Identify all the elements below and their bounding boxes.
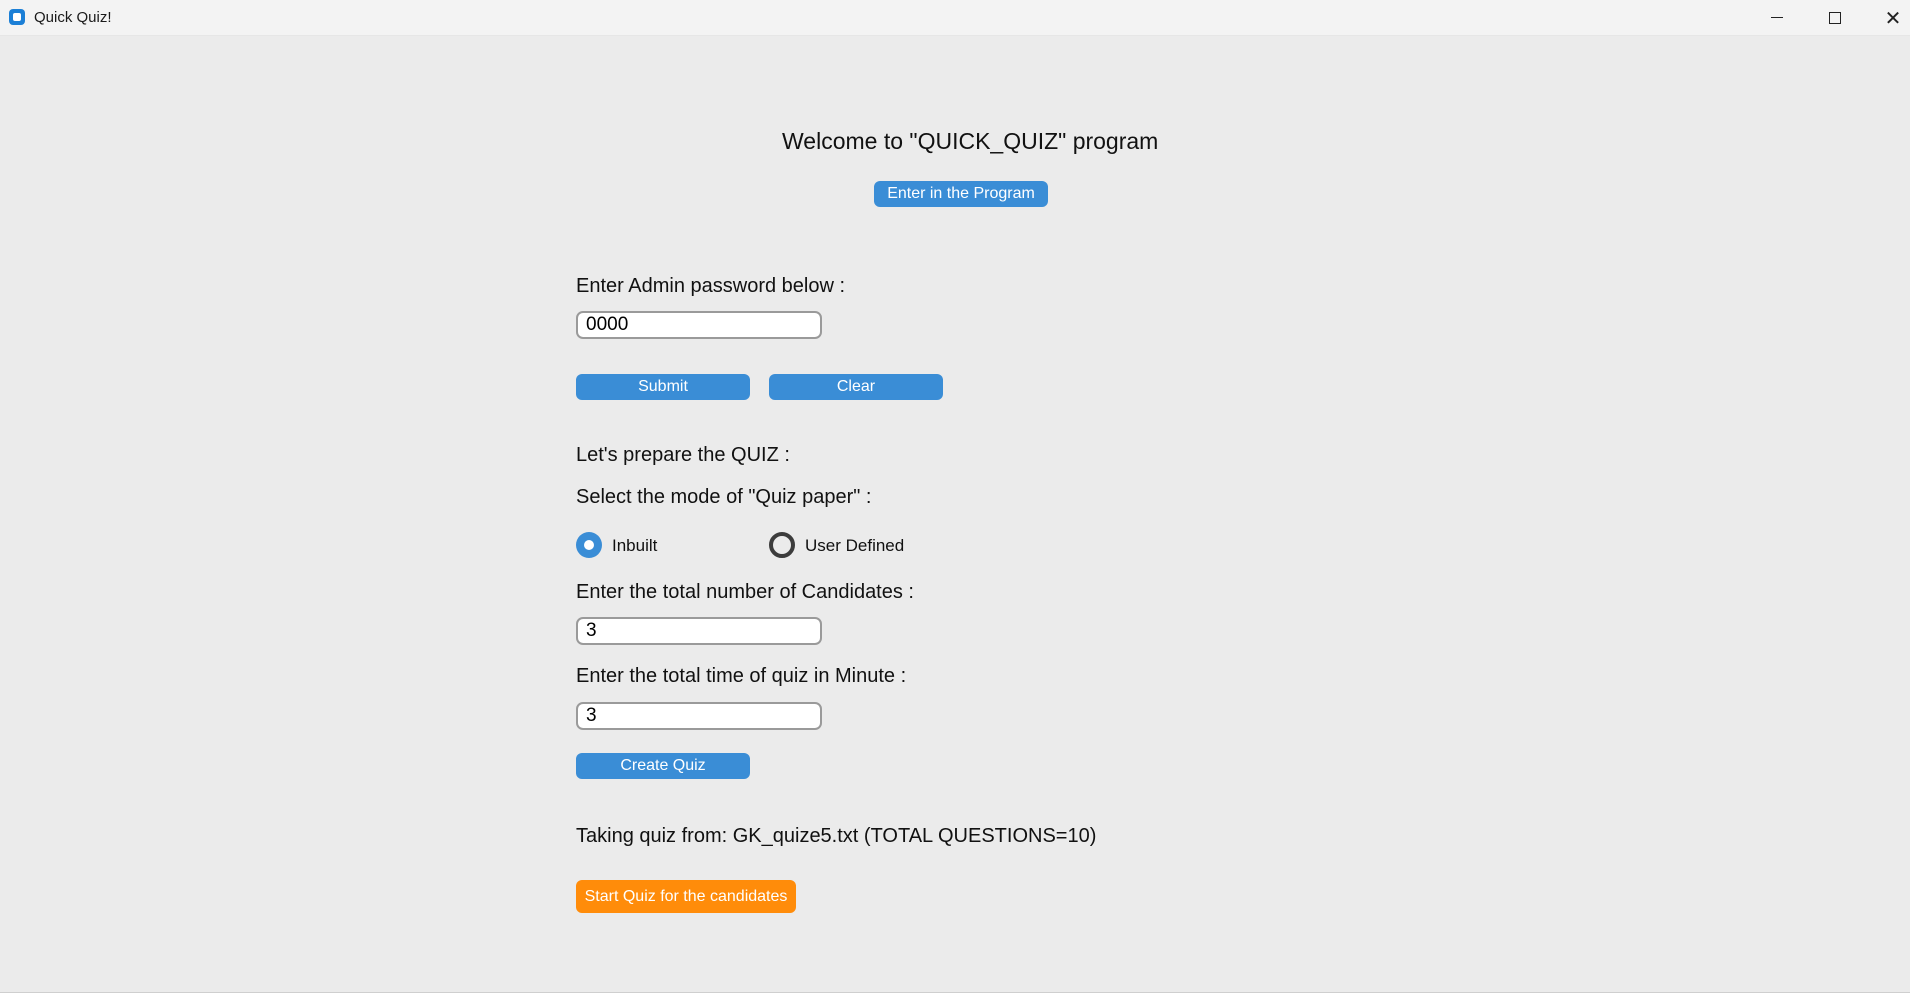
admin-password-label: Enter Admin password below : xyxy=(576,275,846,297)
maximize-icon xyxy=(1829,11,1841,24)
radio-user-defined[interactable] xyxy=(769,532,795,558)
minimize-icon xyxy=(1771,17,1783,18)
quiz-time-label: Enter the total time of quiz in Minute : xyxy=(576,665,907,687)
radio-inbuilt[interactable] xyxy=(576,532,602,558)
quiz-source-status: Taking quiz from: GK_quize5.txt (TOTAL Q… xyxy=(576,825,1097,847)
welcome-heading: Welcome to "QUICK_QUIZ" program xyxy=(782,128,1159,154)
close-button[interactable]: ✕ xyxy=(1864,0,1910,35)
create-quiz-button[interactable]: Create Quiz xyxy=(576,753,750,779)
mode-select-label: Select the mode of "Quiz paper" : xyxy=(576,486,872,508)
candidates-input[interactable] xyxy=(576,617,822,645)
radio-user-defined-label[interactable]: User Defined xyxy=(805,536,904,556)
close-icon: ✕ xyxy=(1884,5,1902,30)
quiz-time-input[interactable] xyxy=(576,702,822,730)
clear-button[interactable]: Clear xyxy=(769,374,943,400)
candidates-label: Enter the total number of Candidates : xyxy=(576,581,914,603)
prepare-quiz-heading: Let's prepare the QUIZ : xyxy=(576,444,790,466)
start-quiz-button[interactable]: Start Quiz for the candidates xyxy=(576,880,796,913)
window-title: Quick Quiz! xyxy=(34,9,112,26)
submit-button[interactable]: Submit xyxy=(576,374,750,400)
app-icon xyxy=(9,9,25,25)
admin-password-input[interactable] xyxy=(576,311,822,339)
radio-inbuilt-label[interactable]: Inbuilt xyxy=(612,536,657,556)
maximize-button[interactable] xyxy=(1806,0,1864,35)
minimize-button[interactable] xyxy=(1748,0,1806,35)
enter-program-button[interactable]: Enter in the Program xyxy=(874,181,1048,207)
title-bar: Quick Quiz! ✕ xyxy=(0,0,1910,36)
